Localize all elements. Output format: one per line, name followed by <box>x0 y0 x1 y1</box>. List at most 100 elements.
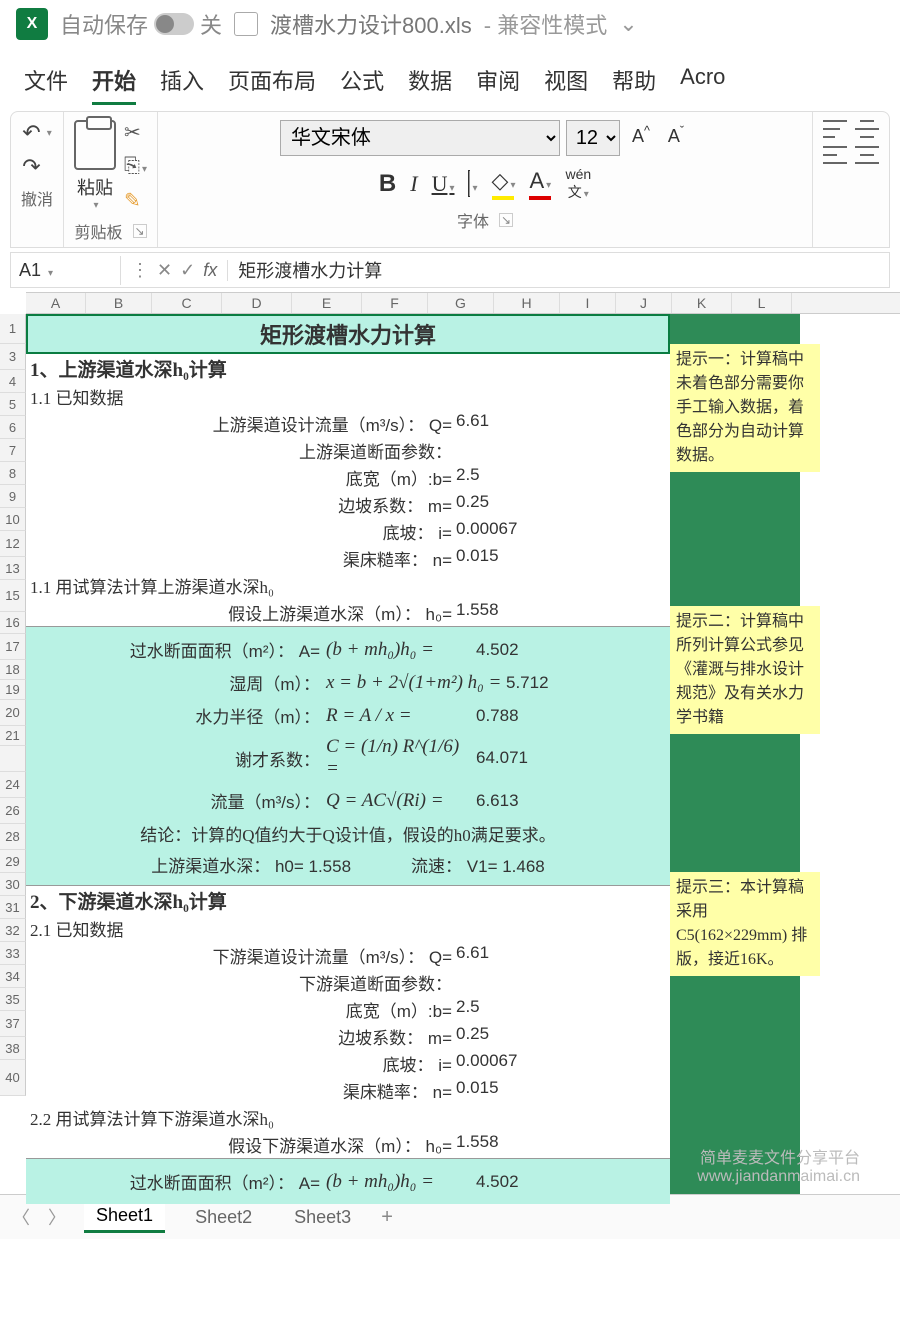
tab-home[interactable]: 开始 <box>92 58 136 105</box>
tip-1: 提示一：计算稿中未着色部分需要你手工输入数据，着色部分为自动计算数据。 <box>670 344 820 472</box>
cell-value: 0.788 <box>476 706 556 726</box>
border-button[interactable]: ▾ <box>468 171 477 197</box>
shrink-font-button[interactable]: Aˇ <box>662 120 690 156</box>
align-middle-button[interactable] <box>855 120 879 138</box>
tip-3: 提示三：本计算稿采用 C5(162×229mm) 排版，接近16K。 <box>670 872 820 976</box>
cell-value[interactable]: 0.25 <box>456 492 536 517</box>
cell-value[interactable]: 0.00067 <box>456 1051 536 1076</box>
tab-layout[interactable]: 页面布局 <box>228 58 316 105</box>
col-header[interactable]: E <box>292 293 362 313</box>
group-undo: ↶▾ ↷ 撤消 <box>11 112 64 247</box>
tab-data[interactable]: 数据 <box>408 58 452 105</box>
group-clipboard: 粘贴 ▾ ✂ ⎘▾ ✎ 剪贴板 ↘ <box>64 112 158 247</box>
redo-button[interactable]: ↷ <box>22 154 51 180</box>
tab-insert[interactable]: 插入 <box>160 58 204 105</box>
prev-sheet-button[interactable]: 〈 <box>12 1204 30 1230</box>
cell-value[interactable]: 1.558 <box>456 600 536 625</box>
calc-block-1: 过水断面面积（m²）： A=(b + mh₀)h₀ =4.502 湿周（m）：x… <box>26 626 670 886</box>
titlebar: 自动保存 关 渡槽水力设计800.xls - 兼容性模式 ⌄ <box>0 0 900 48</box>
grid[interactable]: A B C D E F G H I J K L 1 3 4 5 6 7 8 9 … <box>0 292 900 1194</box>
sheet-tab-3[interactable]: Sheet3 <box>282 1203 363 1232</box>
clipboard-launcher-icon[interactable]: ↘ <box>133 224 147 238</box>
align-left-button[interactable] <box>823 146 847 164</box>
fx-more-icon[interactable]: ⋮ <box>131 260 149 281</box>
group-align <box>813 112 889 247</box>
fill-color-button[interactable]: ◇▾ <box>492 168 516 200</box>
name-box[interactable]: A1 ▾ <box>11 256 121 285</box>
font-size-select[interactable]: 12 <box>566 120 620 156</box>
sheet-tab-2[interactable]: Sheet2 <box>183 1203 264 1232</box>
sheet-tab-1[interactable]: Sheet1 <box>84 1201 165 1233</box>
autosave-state: 关 <box>200 8 222 40</box>
align-center-button[interactable] <box>855 146 879 164</box>
format-painter-button[interactable]: ✎ <box>124 188 147 213</box>
conclusion-text: 结论：计算的Q值约大于Q设计值，假设的h0满足要求。 <box>26 817 670 850</box>
font-name-select[interactable]: 华文宋体 <box>280 120 560 156</box>
italic-button[interactable]: I <box>410 171 417 197</box>
tab-help[interactable]: 帮助 <box>612 58 656 105</box>
align-top-button[interactable] <box>823 120 847 138</box>
tab-file[interactable]: 文件 <box>24 58 68 105</box>
cut-button[interactable]: ✂ <box>124 120 147 145</box>
undo-label: 撤消 <box>21 186 53 210</box>
cancel-formula-button[interactable]: ✕ <box>157 260 172 281</box>
chevron-down-icon[interactable]: ▾ <box>94 200 99 211</box>
chevron-down-icon[interactable]: ⌄ <box>619 11 637 37</box>
cell-value[interactable]: 2.5 <box>456 997 536 1022</box>
column-headers: A B C D E F G H I J K L <box>26 292 900 314</box>
cell-value[interactable]: 0.015 <box>456 1078 536 1103</box>
cell-value: 4.502 <box>476 640 556 660</box>
tab-review[interactable]: 审阅 <box>476 58 520 105</box>
col-header[interactable]: B <box>86 293 152 313</box>
fx-icon[interactable]: fx <box>203 260 217 281</box>
cell-value[interactable]: 1.558 <box>456 1132 536 1157</box>
formula-bar: A1 ▾ ⋮ ✕ ✓ fx 矩形渡槽水力计算 <box>10 252 890 288</box>
compat-mode: - 兼容性模式 <box>484 8 607 40</box>
col-header[interactable]: A <box>26 293 86 313</box>
paste-button[interactable]: 粘贴 ▾ <box>74 120 116 213</box>
undo-button[interactable]: ↶▾ <box>22 120 51 146</box>
accept-formula-button[interactable]: ✓ <box>180 260 195 281</box>
col-header[interactable]: G <box>428 293 494 313</box>
copy-button[interactable]: ⎘▾ <box>124 155 147 178</box>
cell-value[interactable]: 0.015 <box>456 546 536 571</box>
section-1-2: 1.1 用试算法计算上游渠道水深h₀ <box>26 572 826 599</box>
col-header[interactable]: K <box>672 293 732 313</box>
col-header[interactable]: I <box>560 293 616 313</box>
row-headers: 1 3 4 5 6 7 8 9 10 12 13 15 16 17 18 19 … <box>0 314 26 1096</box>
font-launcher-icon[interactable]: ↘ <box>499 213 513 227</box>
add-sheet-button[interactable]: + <box>381 1206 393 1229</box>
col-header[interactable]: D <box>222 293 292 313</box>
font-label: 字体 <box>457 208 489 232</box>
grow-font-button[interactable]: A^ <box>626 120 656 156</box>
calc-block-2: 过水断面面积（m²）： A=(b + mh₀)h₀ =4.502 <box>26 1158 670 1204</box>
underline-button[interactable]: U▾ <box>432 171 455 197</box>
toggle-switch-icon[interactable] <box>154 13 194 35</box>
cell-value[interactable]: 2.5 <box>456 465 536 490</box>
cell-value: 4.502 <box>476 1172 556 1192</box>
tab-view[interactable]: 视图 <box>544 58 588 105</box>
cell-value: 5.712 <box>506 673 586 693</box>
save-icon[interactable] <box>234 12 258 36</box>
tab-formulas[interactable]: 公式 <box>340 58 384 105</box>
clipboard-label: 剪贴板 <box>75 219 123 243</box>
font-color-button[interactable]: A▾ <box>529 168 551 200</box>
bold-button[interactable]: B <box>379 170 396 198</box>
next-sheet-button[interactable]: 〉 <box>48 1204 66 1230</box>
col-header[interactable]: H <box>494 293 560 313</box>
col-header[interactable]: C <box>152 293 222 313</box>
cell-value[interactable]: 0.00067 <box>456 519 536 544</box>
phonetic-button[interactable]: wén文▾ <box>565 166 591 202</box>
cell-value[interactable]: 6.61 <box>456 411 536 436</box>
cell-value[interactable]: 6.61 <box>456 943 536 968</box>
sheet-title: 矩形渡槽水力计算 <box>26 314 670 354</box>
autosave-label: 自动保存 <box>60 8 148 40</box>
tab-acrobat[interactable]: Acro <box>680 58 725 105</box>
formula-input[interactable]: 矩形渡槽水力计算 <box>228 253 889 287</box>
autosave-toggle[interactable]: 自动保存 关 <box>60 8 222 40</box>
col-header[interactable]: J <box>616 293 672 313</box>
cell-value[interactable]: 0.25 <box>456 1024 536 1049</box>
col-header[interactable]: F <box>362 293 428 313</box>
section-2-2: 2.2 用试算法计算下游渠道水深h₀ <box>26 1104 826 1131</box>
col-header[interactable]: L <box>732 293 792 313</box>
